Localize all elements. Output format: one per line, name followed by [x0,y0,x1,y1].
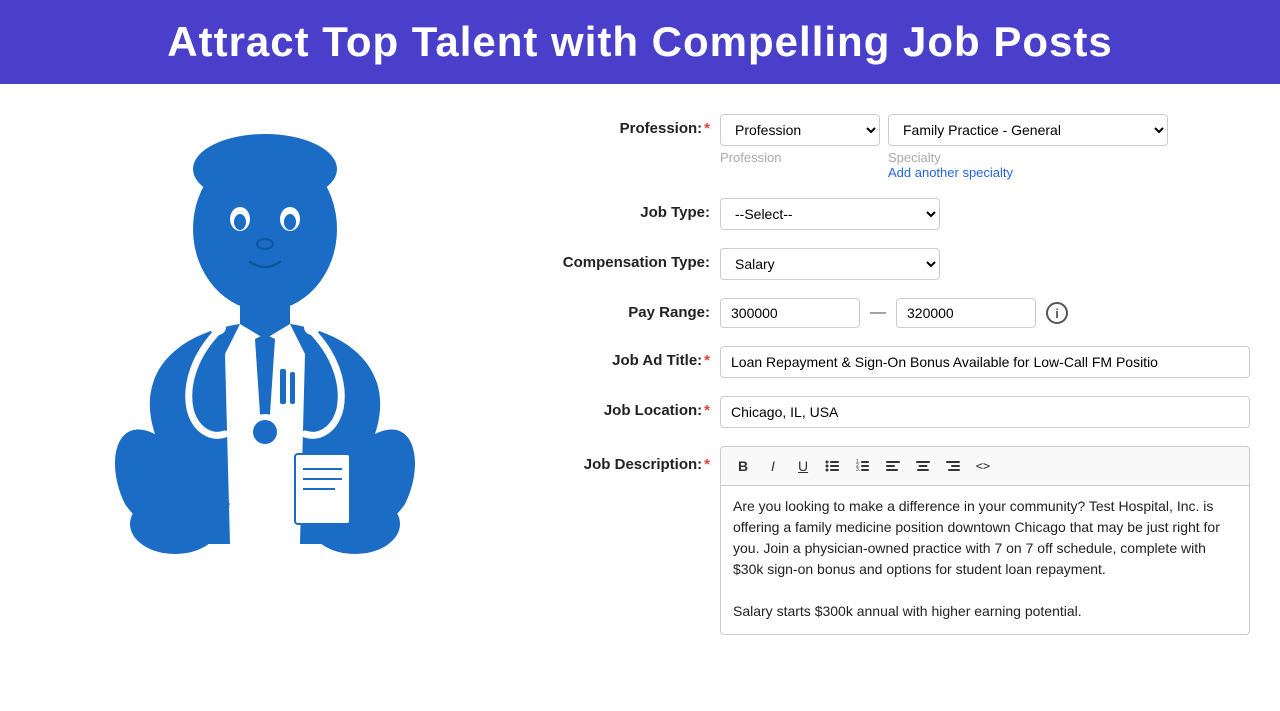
doctor-svg [55,114,475,674]
job-type-label: Job Type: [540,198,720,221]
toolbar-underline-button[interactable]: U [789,452,817,480]
specialty-text: Specialty [888,150,1013,165]
pay-range-label: Pay Range: [540,298,720,321]
ordered-list-icon: 1. 2. 3. [855,458,871,474]
job-description-row: Job Description:* B I U [540,446,1250,635]
profession-controls: Profession Physician Nurse Practitioner … [720,114,1250,180]
specialty-select[interactable]: Family Practice - General Internal Medic… [888,114,1168,146]
doctor-illustration [0,104,530,674]
profession-row: Profession:* Profession Physician Nurse … [540,114,1250,180]
toolbar-italic-button[interactable]: I [759,452,787,480]
toolbar-bullet-list-button[interactable] [819,452,847,480]
pay-range-info-icon[interactable]: i [1046,302,1068,324]
header: Attract Top Talent with Compelling Job P… [0,0,1280,84]
required-star-location: * [704,402,710,419]
required-star-title: * [704,352,710,369]
job-description-label: Job Description:* [540,446,720,473]
add-specialty-link[interactable]: Add another specialty [888,165,1013,180]
page-title: Attract Top Talent with Compelling Job P… [30,18,1250,66]
editor-toolbar: B I U [720,446,1250,485]
align-left-icon [885,458,901,474]
svg-text:3.: 3. [856,467,860,473]
compensation-type-row: Compensation Type: Salary Hourly 1099 [540,248,1250,280]
toolbar-ordered-list-button[interactable]: 1. 2. 3. [849,452,877,480]
job-location-input[interactable] [720,396,1250,428]
compensation-type-select[interactable]: Salary Hourly 1099 [720,248,940,280]
main-content: Profession:* Profession Physician Nurse … [0,84,1280,674]
specialty-sublabel-area: Specialty Add another specialty [888,150,1013,180]
required-star: * [704,120,710,137]
toolbar-bold-button[interactable]: B [729,452,757,480]
toolbar-align-left-button[interactable] [879,452,907,480]
job-location-label: Job Location:* [540,396,720,419]
bullet-list-icon [825,458,841,474]
profession-sublabel: Profession [720,150,880,180]
toolbar-align-center-button[interactable] [909,452,937,480]
pay-range-min-input[interactable] [720,298,860,328]
job-ad-title-row: Job Ad Title:* [540,346,1250,378]
job-location-row: Job Location:* [540,396,1250,428]
job-description-controls: B I U [720,446,1250,635]
required-star-desc: * [704,456,710,473]
pay-range-row: Pay Range: — i [540,298,1250,328]
job-ad-title-label: Job Ad Title:* [540,346,720,369]
profession-select[interactable]: Profession Physician Nurse Practitioner … [720,114,880,146]
compensation-type-label: Compensation Type: [540,248,720,271]
job-type-select[interactable]: --Select-- Full-Time Part-Time Locum Ten… [720,198,940,230]
form-area: Profession:* Profession Physician Nurse … [530,104,1280,674]
align-center-icon [915,458,931,474]
job-ad-title-input[interactable] [720,346,1250,378]
job-description-editor[interactable]: Are you looking to make a difference in … [720,485,1250,635]
profession-label: Profession:* [540,114,720,137]
pay-range-dash: — [870,304,886,322]
toolbar-align-right-button[interactable] [939,452,967,480]
job-type-row: Job Type: --Select-- Full-Time Part-Time… [540,198,1250,230]
align-right-icon [945,458,961,474]
toolbar-code-button[interactable]: <> [969,452,997,480]
pay-range-max-input[interactable] [896,298,1036,328]
